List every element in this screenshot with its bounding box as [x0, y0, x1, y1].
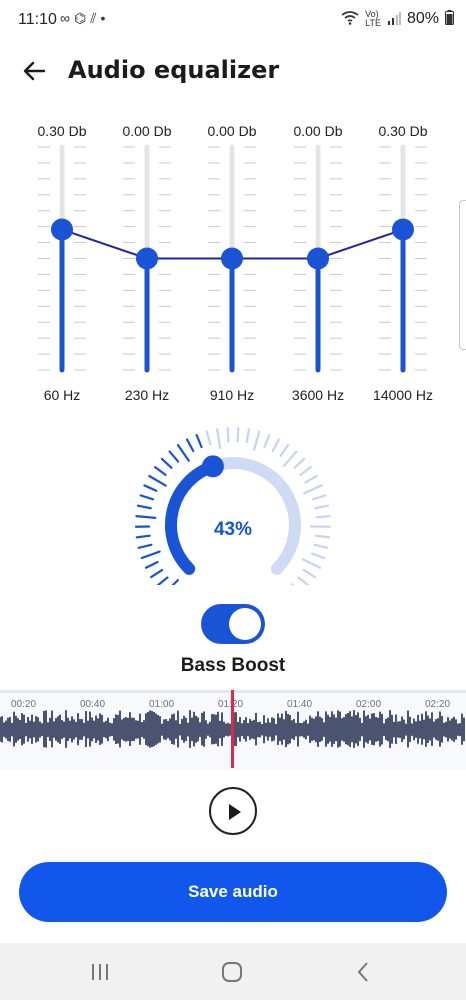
- knob-tick: [315, 515, 331, 519]
- notification-icon: ⌬: [73, 10, 91, 26]
- band-freq-3600hz: 3600 Hz: [291, 387, 345, 403]
- slider-thumb-4[interactable]: [392, 218, 414, 241]
- signal-app-icon: ⫽: [90, 10, 101, 26]
- knob-fill: [165, 460, 219, 575]
- knob-tick: [299, 466, 312, 476]
- knob-tick: [205, 430, 212, 446]
- knob-tick: [291, 583, 303, 595]
- knob-tick: [148, 474, 167, 487]
- knob-tick: [253, 430, 261, 452]
- band-freq-14000hz: 14000 Hz: [373, 387, 433, 403]
- knob-tick: [293, 457, 306, 469]
- knob-tick: [150, 568, 164, 579]
- edge-panel-handle[interactable]: [459, 200, 466, 350]
- knob-dial: [134, 427, 332, 595]
- band-freq-230hz: 230 Hz: [124, 387, 170, 403]
- battery-level: 80%: [406, 10, 439, 27]
- system-nav-bar: [0, 943, 466, 1000]
- knob-tick: [236, 427, 240, 443]
- knob-tick: [136, 504, 152, 510]
- knob-tick: [263, 433, 271, 449]
- knob-tick: [304, 474, 318, 484]
- home-button[interactable]: [212, 957, 252, 987]
- knob-tick: [310, 552, 326, 560]
- page-title: Audio equalizer: [68, 56, 280, 84]
- dot-icon: •: [100, 10, 110, 26]
- equalizer: 0.30 Db 0.00 Db 0.00 Db 0.00 Db 0.30 Db …: [0, 115, 466, 415]
- knob-handle: [201, 455, 224, 478]
- save-audio-button[interactable]: Save audio: [19, 862, 447, 922]
- bass-boost-label: Bass Boost: [180, 655, 286, 676]
- voicemail-icon: ∞: [60, 10, 74, 26]
- battery-icon: [445, 10, 454, 28]
- knob-tick: [226, 427, 230, 443]
- slider-thumb-3[interactable]: [307, 247, 329, 270]
- cell-signal-icon: [387, 11, 401, 28]
- equalizer-sliders: [38, 144, 427, 373]
- knob-tick: [303, 484, 323, 495]
- knob-value: 43%: [213, 519, 253, 540]
- slider-thumb-2[interactable]: [221, 247, 243, 270]
- notification-icons: ∞⌬⫽•: [60, 10, 109, 27]
- status-time: 11:10: [18, 11, 57, 28]
- play-icon: [229, 804, 241, 820]
- knob-tick: [297, 576, 310, 587]
- knob-tick: [314, 504, 330, 510]
- play-button[interactable]: [209, 787, 257, 835]
- status-right: Vo) LTE 80%: [341, 10, 454, 28]
- band-freq-60hz: 60 Hz: [43, 387, 81, 403]
- knob-tick: [139, 494, 155, 501]
- knob-tick: [301, 558, 322, 569]
- knob-tick: [156, 576, 169, 587]
- knob-tick: [140, 550, 161, 560]
- knob-tick: [282, 450, 298, 468]
- volte-icon: Vo) LTE: [365, 9, 381, 28]
- recent-apps-button[interactable]: [80, 957, 120, 987]
- nav-back-button[interactable]: [344, 957, 384, 987]
- knob-tick: [195, 433, 203, 449]
- bass-boost-toggle[interactable]: [201, 604, 265, 644]
- slider-thumb-1[interactable]: [136, 247, 158, 270]
- band-freq-910hz: 910 Hz: [209, 387, 255, 403]
- knob-tick: [185, 438, 195, 453]
- back-icon: [357, 962, 368, 982]
- knob-tick: [245, 428, 250, 444]
- knob-tick: [279, 443, 290, 457]
- wifi-icon: [341, 10, 359, 28]
- arrow-left-icon: [23, 61, 46, 81]
- knob-tick: [143, 484, 158, 492]
- bass-knob[interactable]: 43%: [128, 425, 338, 595]
- knob-tick: [176, 443, 190, 462]
- playhead[interactable]: [231, 690, 234, 768]
- knob-tick: [160, 457, 173, 469]
- knob-tick: [271, 438, 281, 453]
- app-header: Audio equalizer: [0, 50, 466, 94]
- status-bar: 11:10 ∞⌬⫽• Vo) LTE 80%: [0, 0, 466, 44]
- recent-apps-icon: [92, 964, 108, 980]
- knob-tick: [168, 450, 180, 463]
- home-icon: [222, 962, 242, 982]
- knob-tick: [135, 515, 157, 519]
- knob-tick: [216, 428, 222, 450]
- knob-tick: [313, 543, 329, 549]
- knob-tick: [311, 494, 327, 501]
- knob-tick: [137, 543, 153, 549]
- knob-tick: [154, 466, 167, 476]
- back-button[interactable]: [20, 56, 50, 86]
- knob-tick: [163, 579, 179, 595]
- slider-thumb-0[interactable]: [51, 218, 73, 241]
- knob-tick: [302, 568, 316, 579]
- toggle-thumb: [229, 608, 261, 640]
- knob-tick: [144, 560, 159, 569]
